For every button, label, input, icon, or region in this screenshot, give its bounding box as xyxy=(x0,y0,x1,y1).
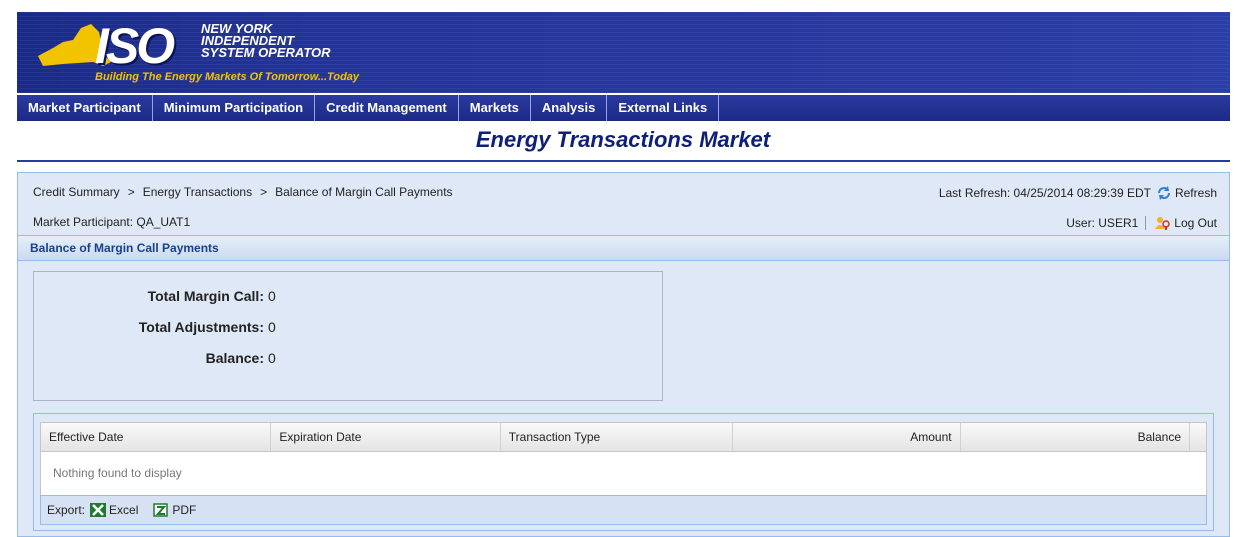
refresh-button[interactable]: Refresh xyxy=(1156,185,1217,201)
menu-markets[interactable]: Markets xyxy=(459,95,531,121)
summary-value: 0 xyxy=(268,350,276,366)
column-header-expiration-date[interactable]: Expiration Date xyxy=(271,423,501,451)
export-label: Export: xyxy=(47,503,86,517)
export-excel-button[interactable]: Excel xyxy=(90,503,138,517)
menu-minimum-participation[interactable]: Minimum Participation xyxy=(153,95,316,121)
logo-tagline: Building The Energy Markets Of Tomorrow.… xyxy=(95,71,360,83)
user-info: User: USER1 Log Out xyxy=(1066,215,1217,231)
summary-row-total-adjustments: Total Adjustments: 0 xyxy=(34,319,664,339)
nyiso-logo[interactable]: ISO NEW YORK INDEPENDENT SYSTEM OPERATOR… xyxy=(33,18,413,88)
menu-external-links[interactable]: External Links xyxy=(607,95,720,121)
breadcrumb-separator: > xyxy=(260,185,268,199)
grid-header-row: Effective Date Expiration Date Transacti… xyxy=(40,422,1207,452)
main-menu: Market Participant Minimum Participation… xyxy=(17,95,1230,121)
column-header-spacer xyxy=(1190,423,1206,451)
breadcrumb: Credit Summary > Energy Transactions > Balan… xyxy=(33,185,453,199)
breadcrumb-energy-transactions[interactable]: Energy Transactions xyxy=(143,185,252,199)
logout-label: Log Out xyxy=(1174,216,1217,230)
summary-label: Total Margin Call: xyxy=(147,288,264,304)
column-header-balance[interactable]: Balance xyxy=(961,423,1190,451)
market-participant-label: Market Participant: QA_UAT1 xyxy=(33,215,191,229)
title-divider xyxy=(17,160,1230,162)
excel-label: Excel xyxy=(109,503,139,517)
margin-summary-box: Total Margin Call: 0 Total Adjustments: … xyxy=(33,271,663,401)
menu-market-participant[interactable]: Market Participant xyxy=(17,95,153,121)
logo-org-name: NEW YORK INDEPENDENT SYSTEM OPERATOR xyxy=(201,22,361,60)
summary-label: Balance: xyxy=(205,350,264,366)
menu-analysis[interactable]: Analysis xyxy=(531,95,608,121)
grid-footer: Export: Excel PDF xyxy=(40,495,1207,525)
main-panel: Credit Summary > Energy Transactions > Balan… xyxy=(17,172,1230,537)
refresh-label: Refresh xyxy=(1174,186,1217,200)
header-banner: ISO NEW YORK INDEPENDENT SYSTEM OPERATOR… xyxy=(17,12,1230,93)
transactions-grid: Effective Date Expiration Date Transacti… xyxy=(33,413,1214,531)
pdf-label: PDF xyxy=(172,503,197,517)
column-header-effective-date[interactable]: Effective Date xyxy=(41,423,272,451)
logo-iso-text: ISO xyxy=(95,18,175,74)
column-header-amount[interactable]: Amount xyxy=(733,423,961,451)
summary-value: 0 xyxy=(268,319,276,335)
excel-icon xyxy=(90,503,107,517)
grid-empty-message: Nothing found to display xyxy=(40,452,1207,495)
logout-button[interactable]: Log Out xyxy=(1153,215,1217,231)
summary-value: 0 xyxy=(268,288,276,304)
section-header: Balance of Margin Call Payments xyxy=(18,235,1229,261)
export-pdf-button[interactable]: PDF xyxy=(153,503,196,517)
breadcrumb-separator: > xyxy=(127,185,135,199)
page-title: Energy Transactions Market xyxy=(475,127,771,152)
breadcrumb-credit-summary[interactable]: Credit Summary xyxy=(33,185,120,199)
user-divider xyxy=(1145,216,1147,230)
column-header-transaction-type[interactable]: Transaction Type xyxy=(501,423,734,451)
refresh-icon xyxy=(1157,186,1170,200)
last-refresh-text: Last Refresh: 04/25/2014 08:29:39 EDT xyxy=(938,186,1151,200)
menu-credit-management[interactable]: Credit Management xyxy=(315,95,459,121)
user-label: User: USER1 xyxy=(1066,216,1139,230)
refresh-info: Last Refresh: 04/25/2014 08:29:39 EDT Re… xyxy=(939,185,1217,201)
breadcrumb-current: Balance of Margin Call Payments xyxy=(275,185,453,199)
pdf-icon xyxy=(153,503,169,517)
summary-label: Total Adjustments: xyxy=(138,319,264,335)
summary-row-total-margin-call: Total Margin Call: 0 xyxy=(34,288,664,308)
key-people-icon xyxy=(1155,217,1171,230)
summary-row-balance: Balance: 0 xyxy=(34,350,664,370)
grid-inner: Effective Date Expiration Date Transacti… xyxy=(40,422,1207,525)
logo-org-line-3: SYSTEM OPERATOR xyxy=(201,45,331,60)
